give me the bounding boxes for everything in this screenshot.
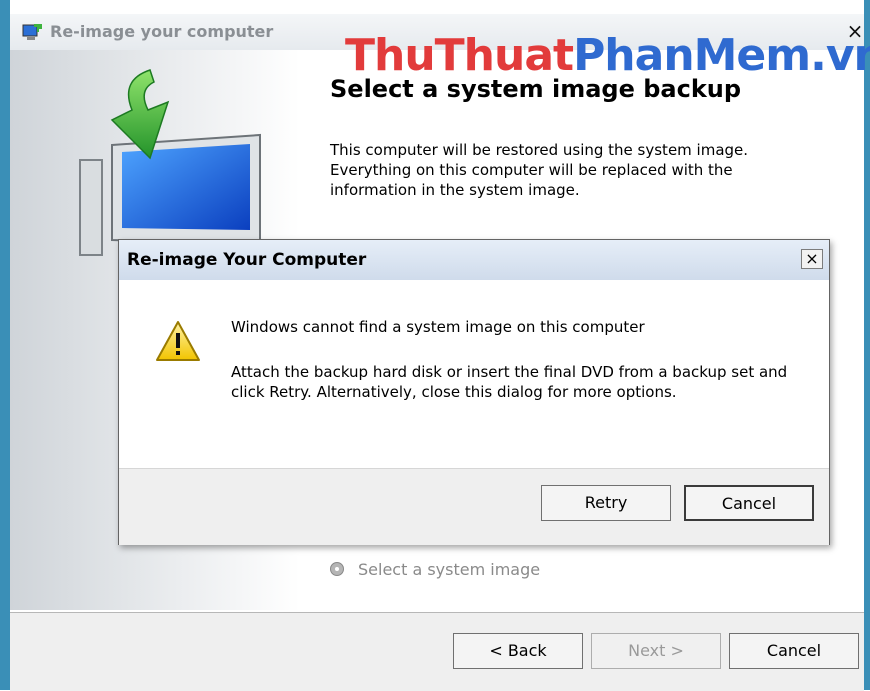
dialog-titlebar: Re-image Your Computer × — [119, 240, 829, 281]
restore-computer-icon — [79, 69, 261, 256]
window-title: Re-image your computer — [50, 22, 274, 41]
dialog-message-body: Attach the backup hard disk or insert th… — [231, 363, 788, 401]
warning-icon — [156, 321, 200, 361]
watermark: ThuThuatPhanMem.vn — [345, 30, 870, 81]
radio-label: Select a system image — [358, 560, 541, 579]
window-frame-right — [864, 0, 870, 690]
dialog-title: Re-image Your Computer — [127, 250, 367, 270]
wizard-footer: < Back Next > Cancel — [10, 612, 864, 691]
retry-button[interactable]: Retry — [541, 485, 671, 521]
next-button[interactable]: Next > — [591, 633, 721, 669]
watermark-part1: ThuThuat — [345, 30, 574, 81]
page-description: This computer will be restored using the… — [330, 141, 749, 199]
restore-computer-icon — [22, 24, 42, 40]
dialog-cancel-button[interactable]: Cancel — [684, 485, 814, 521]
dialog-close-button[interactable]: × — [801, 249, 823, 269]
window-frame-left — [0, 0, 10, 690]
radio-icon[interactable] — [330, 562, 344, 576]
reimage-window: Re-image your computer × ThuThuatPhanMem… — [0, 0, 870, 691]
error-dialog: Re-image Your Computer × Windows cannot … — [118, 239, 830, 545]
cancel-button[interactable]: Cancel — [729, 633, 859, 669]
page-title: Select a system image backup — [330, 75, 742, 103]
dialog-footer: Retry Cancel — [119, 468, 829, 545]
dialog-body: Windows cannot find a system image on th… — [119, 280, 829, 468]
back-button[interactable]: < Back — [453, 633, 583, 669]
watermark-part2: PhanMem.vn — [573, 30, 870, 81]
dialog-message-title: Windows cannot find a system image on th… — [231, 318, 645, 336]
